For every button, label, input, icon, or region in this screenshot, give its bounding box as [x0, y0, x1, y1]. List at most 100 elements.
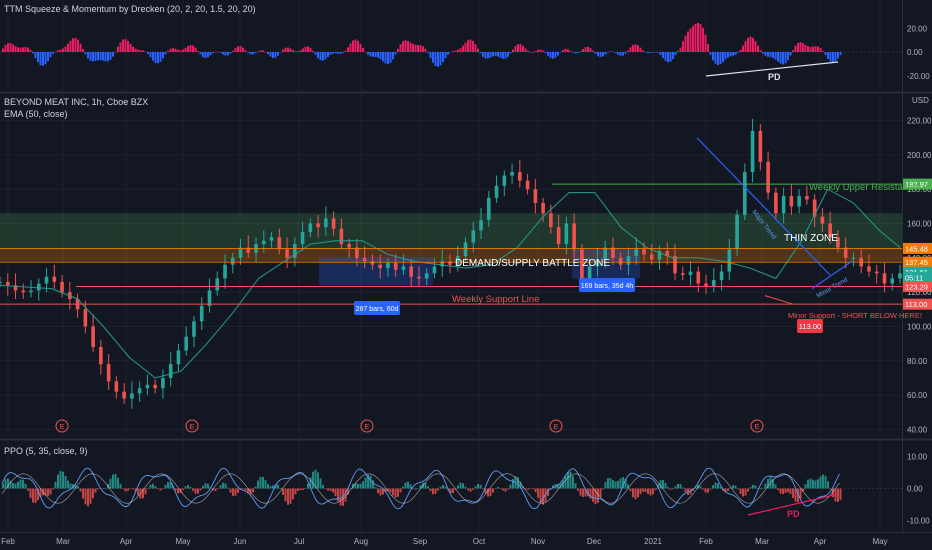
ttm-bar: [24, 47, 27, 52]
ppo-bar: [574, 483, 577, 489]
ppo-bar: [629, 488, 632, 492]
ttm-bar: [134, 48, 137, 52]
ttm-bar: [17, 47, 19, 52]
ttm-bar: [7, 43, 9, 52]
ppo-bar: [224, 483, 227, 489]
ppo-bar: [702, 488, 704, 490]
ttm-bar: [657, 52, 659, 53]
ppo-bar: [747, 488, 749, 492]
ppo-bar: [459, 482, 462, 489]
ppo-bar: [644, 488, 647, 492]
ppo-bar: [297, 488, 299, 491]
price-candle: [378, 264, 382, 269]
ttm-bar: [834, 52, 837, 62]
range-badge-1[interactable]: 287 bars, 60d: [354, 301, 400, 315]
price-candle: [60, 281, 64, 293]
ppo-bar: [837, 488, 839, 502]
price-callout[interactable]: 113.00: [797, 319, 823, 333]
ttm-bar: [222, 52, 224, 55]
ttm-bar: [377, 52, 379, 58]
ppo-bar: [737, 488, 739, 490]
ttm-bar: [204, 52, 207, 59]
ttm-bar: [159, 52, 162, 62]
ppo-bar: [164, 484, 167, 489]
ttm-bar: [824, 52, 827, 56]
ttm-bar: [734, 52, 737, 55]
ttm-bar: [479, 52, 482, 54]
price-candle: [83, 309, 88, 327]
price-candle: [99, 347, 103, 365]
ttm-bar: [662, 52, 664, 58]
ttm-bar: [784, 52, 787, 64]
ppo-bar: [804, 484, 807, 489]
ttm-bar: [309, 47, 312, 52]
pd-label-bottom: PD: [787, 509, 800, 519]
ttm-bar: [64, 46, 67, 52]
price-candle: [774, 192, 778, 214]
ttm-bar: [342, 52, 344, 54]
price-candle: [21, 290, 26, 293]
ttm-bar: [512, 49, 514, 52]
ppo-bar: [52, 488, 54, 490]
ppo-bar: [124, 488, 127, 492]
ttm-bar: [567, 49, 569, 52]
ppo-bar: [54, 481, 57, 489]
ttm-bar: [242, 47, 244, 52]
ttm-bar: [182, 49, 184, 52]
price-candle: [300, 232, 305, 245]
ppo-bar: [12, 483, 14, 489]
earnings-marker-label: E: [554, 424, 559, 431]
ttm-bar: [422, 46, 424, 52]
ppo-tick-label: 10.00: [907, 452, 928, 461]
ppo-bar: [682, 487, 684, 489]
ttm-bar: [332, 52, 334, 54]
ttm-bar: [114, 51, 117, 53]
ppo-bar: [162, 488, 164, 490]
ttm-bar: [624, 52, 627, 54]
price-candle: [820, 216, 825, 224]
price-candle: [634, 249, 639, 257]
time-tick-label: Feb: [699, 537, 713, 546]
ppo-bar: [819, 476, 822, 489]
ttm-bar: [514, 46, 517, 52]
ttm-bar: [177, 49, 179, 52]
ttm-bar: [259, 50, 262, 52]
ppo-bar: [699, 486, 702, 489]
ttm-bar: [174, 48, 177, 52]
ttm-bar: [664, 52, 667, 61]
ttm-bar: [389, 52, 392, 63]
ttm-bar: [704, 34, 707, 52]
ppo-bar: [652, 488, 654, 495]
ttm-bar: [319, 52, 322, 61]
ttm-bar: [197, 50, 199, 52]
range-badge-2[interactable]: 169 bars, 35d 4h: [579, 278, 635, 292]
ttm-bar: [214, 51, 217, 53]
ppo-bar: [744, 488, 747, 496]
ppo-bar: [634, 488, 637, 500]
ppo-bar: [182, 488, 184, 490]
ttm-bar: [137, 49, 139, 52]
ppo-bar: [114, 474, 117, 489]
chart-canvas[interactable]: E E E E E Feb Mar Apr May Jun Jul Aug Sep Oct Nov Dec 2…: [0, 0, 932, 550]
ttm-bar: [652, 52, 654, 53]
ttm-bar: [629, 47, 632, 52]
ttm-bar: [432, 52, 434, 63]
ttm-bar: [392, 52, 394, 60]
ttm-bar: [117, 46, 119, 52]
ttm-title: TTM Squeeze & Momentum by Drecken (20, 2…: [4, 4, 256, 14]
ttm-bar: [152, 52, 154, 61]
ppo-bar: [434, 488, 437, 494]
price-candle: [339, 228, 344, 245]
ppo-tick-label: 0.00: [907, 485, 923, 494]
ppo-bar: [2, 483, 4, 489]
zone-band: [0, 248, 902, 263]
main-title: BEYOND MEAT INC, 1h, Cboe BZX: [4, 97, 149, 107]
ttm-bar: [647, 52, 649, 54]
ttm-bar: [169, 48, 172, 52]
ttm-bar: [772, 52, 774, 58]
ttm-bar: [239, 46, 242, 52]
ppo-bar: [64, 475, 67, 489]
ppo-bar: [264, 480, 267, 489]
price-candle: [688, 271, 693, 276]
price-candle: [843, 247, 848, 258]
